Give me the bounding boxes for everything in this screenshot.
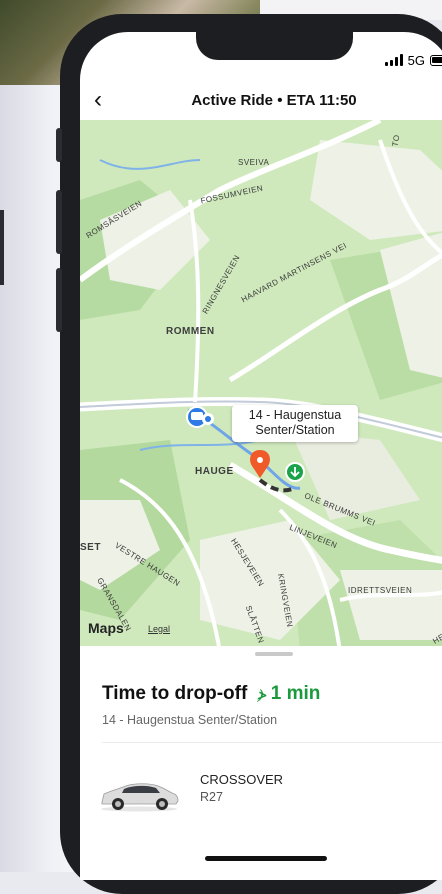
phone-volume-up-button — [56, 190, 62, 254]
legal-link[interactable]: Legal — [148, 624, 170, 634]
maps-logo: Maps — [88, 620, 124, 636]
signal-icon — [384, 54, 403, 66]
dropoff-title: Time to drop-off — [102, 683, 248, 704]
stop-callout-line2: Senter/Station — [255, 423, 335, 437]
network-label: 5G — [407, 52, 425, 68]
battery-icon — [430, 54, 442, 66]
stop-callout[interactable]: 14 - Haugenstua Senter/Station — [232, 405, 358, 442]
phone-screen: 5G ‹ Active Ride • ETA 11:50 SVEIVA FOSS… — [80, 32, 442, 880]
place-label-hauge: HAUGE — [195, 466, 234, 477]
eta-value: 1 min — [270, 683, 321, 704]
ride-bottom-sheet: Time to drop-off ⦔ 1 min 14 - Haugenstua… — [80, 646, 442, 880]
street-label-idrettsveien: IDRETTSVEIEN — [348, 586, 413, 595]
car-model: CROSSOVER — [200, 772, 284, 787]
stop-callout-line1: 14 - Haugenstua — [248, 408, 342, 422]
sheet-grabber[interactable] — [255, 652, 293, 656]
signal-icon: ⦔ — [257, 686, 266, 702]
nav-bar: ‹ Active Ride • ETA 11:50 — [80, 84, 442, 118]
street-label-sveiva: SVEIVA — [238, 158, 270, 167]
map-canvas — [80, 120, 442, 652]
home-indicator[interactable] — [205, 856, 327, 861]
map-view[interactable]: SVEIVA FOSSUMVEIEN ROMSÅSVEIEN RINGNESVE… — [80, 120, 442, 652]
car-image — [101, 783, 179, 812]
page-title: Active Ride • ETA 11:50 — [191, 92, 357, 109]
place-label-rommen: ROMMEN — [166, 326, 215, 337]
background-edge — [0, 210, 4, 285]
phone-notch — [196, 28, 353, 60]
phone-volume-down-button — [56, 268, 62, 332]
car-plate: R27 — [200, 790, 223, 804]
destination-name: 14 - Haugenstua Senter/Station — [102, 713, 278, 727]
status-bar: 5G — [384, 50, 442, 70]
phone-mute-button — [56, 128, 62, 162]
place-label-set: SET — [80, 542, 101, 553]
dropoff-heading: Time to drop-off ⦔ 1 min — [102, 683, 320, 705]
maps-logo-text: Maps — [88, 620, 124, 636]
divider — [102, 742, 442, 743]
